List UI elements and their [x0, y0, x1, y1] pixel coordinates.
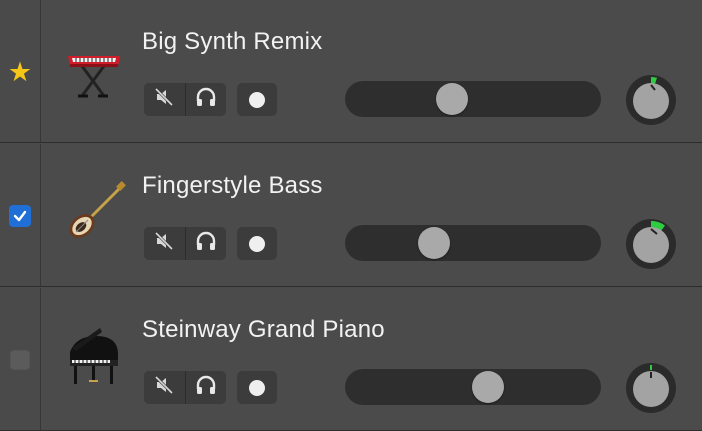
record-dot-icon: [249, 91, 265, 108]
headphones-icon: [195, 375, 217, 400]
track-checkbox[interactable]: [9, 205, 31, 227]
track-name[interactable]: Steinway Grand Piano: [142, 316, 385, 344]
record-enable-button[interactable]: [237, 371, 277, 404]
pan-knob[interactable]: [624, 361, 678, 415]
track-name[interactable]: Big Synth Remix: [142, 28, 322, 56]
track-gutter: [0, 288, 41, 430]
track-row[interactable]: Steinway Grand Piano: [0, 288, 702, 431]
bass-guitar-icon[interactable]: [60, 180, 128, 248]
pan-knob[interactable]: [624, 73, 678, 127]
pan-knob[interactable]: [624, 217, 678, 271]
volume-slider-thumb[interactable]: [418, 227, 450, 259]
track-row[interactable]: ★ Big Synth Remix: [0, 0, 702, 143]
speaker-muted-icon: [154, 231, 174, 256]
track-gutter: ★: [0, 0, 41, 142]
keyboard-synth-icon[interactable]: [60, 36, 128, 104]
track-list: ★ Big Synth Remix Fingerstyle Bass Stein…: [0, 0, 702, 431]
record-dot-icon: [249, 235, 265, 252]
star-icon[interactable]: ★: [8, 59, 32, 86]
solo-button[interactable]: [184, 83, 226, 116]
solo-button[interactable]: [184, 371, 226, 404]
mute-solo-group: [144, 371, 226, 404]
speaker-muted-icon: [154, 87, 174, 112]
record-dot-icon: [249, 379, 265, 396]
volume-slider[interactable]: [345, 225, 601, 261]
track-checkbox[interactable]: [9, 349, 31, 371]
headphones-icon: [195, 87, 217, 112]
mute-solo-group: [144, 227, 226, 260]
mute-solo-group: [144, 83, 226, 116]
mute-button[interactable]: [144, 83, 185, 116]
record-enable-button[interactable]: [237, 83, 277, 116]
volume-slider-thumb[interactable]: [472, 371, 504, 403]
volume-slider[interactable]: [345, 369, 601, 405]
checkmark-icon: [13, 210, 27, 222]
volume-slider[interactable]: [345, 81, 601, 117]
volume-slider-thumb[interactable]: [436, 83, 468, 115]
grand-piano-icon[interactable]: [60, 324, 128, 392]
track-name[interactable]: Fingerstyle Bass: [142, 172, 323, 200]
mute-button[interactable]: [144, 227, 185, 260]
record-enable-button[interactable]: [237, 227, 277, 260]
track-gutter: [0, 144, 41, 286]
speaker-muted-icon: [154, 375, 174, 400]
headphones-icon: [195, 231, 217, 256]
solo-button[interactable]: [184, 227, 226, 260]
mute-button[interactable]: [144, 371, 185, 404]
track-row[interactable]: Fingerstyle Bass: [0, 144, 702, 287]
